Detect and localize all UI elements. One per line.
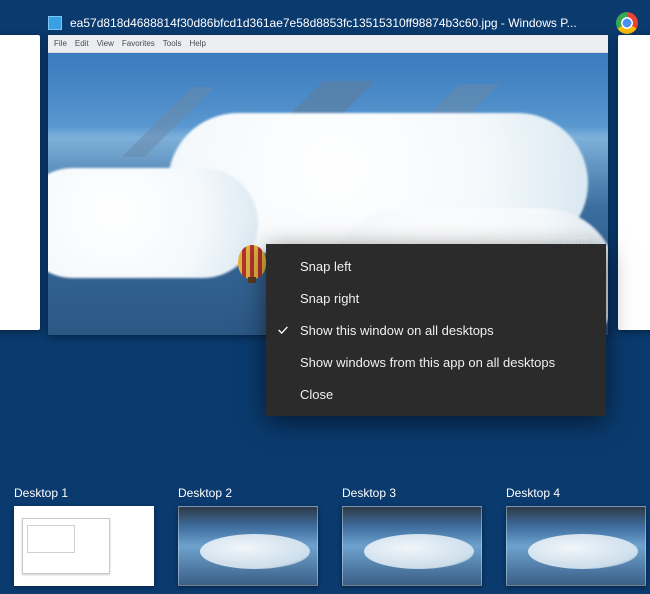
menu-snap-left[interactable]: Snap left <box>266 250 606 282</box>
desktop-thumbnail <box>506 506 646 586</box>
checkmark-icon <box>276 323 290 337</box>
hot-air-balloon <box>238 245 266 279</box>
menu-close[interactable]: Close <box>266 378 606 410</box>
menu-item[interactable]: View <box>97 39 114 48</box>
window-thumbnail-right[interactable] <box>618 35 650 330</box>
menu-item[interactable]: Edit <box>75 39 89 48</box>
menu-item[interactable]: File <box>54 39 67 48</box>
menu-label: Close <box>300 387 333 402</box>
menu-item[interactable]: Favorites <box>122 39 155 48</box>
desktop-thumbnail <box>342 506 482 586</box>
menu-label: Show windows from this app on all deskto… <box>300 355 555 370</box>
chrome-icon[interactable] <box>616 12 638 34</box>
menu-snap-right[interactable]: Snap right <box>266 282 606 314</box>
desktop-tile-2[interactable]: Desktop 2 <box>178 486 318 586</box>
app-icon <box>48 16 62 30</box>
desktop-tile-1[interactable]: Desktop 1 <box>14 486 154 586</box>
menu-item[interactable]: Tools <box>163 39 182 48</box>
menu-label: Snap left <box>300 259 351 274</box>
desktop-label: Desktop 2 <box>178 486 318 500</box>
desktop-tile-4[interactable]: Desktop 4 <box>506 486 646 586</box>
menubar: File Edit View Favorites Tools Help <box>48 35 608 53</box>
menu-label: Show this window on all desktops <box>300 323 494 338</box>
desktop-thumbnail <box>14 506 154 586</box>
context-menu: Snap left Snap right Show this window on… <box>266 244 606 416</box>
desktop-label: Desktop 4 <box>506 486 646 500</box>
window-thumbnail-left[interactable] <box>0 35 40 330</box>
menu-label: Snap right <box>300 291 359 306</box>
window-title: ea57d818d4688814f30d86bfcd1d361ae7e58d88… <box>70 16 608 30</box>
menu-show-window-all-desktops[interactable]: Show this window on all desktops <box>266 314 606 346</box>
task-view-area: ea57d818d4688814f30d86bfcd1d361ae7e58d88… <box>0 0 650 455</box>
desktop-thumbnail <box>178 506 318 586</box>
virtual-desktop-strip: Desktop 1 Desktop 2 Desktop 3 Desktop 4 <box>0 464 650 594</box>
window-titlebar: ea57d818d4688814f30d86bfcd1d361ae7e58d88… <box>48 12 608 34</box>
menu-item[interactable]: Help <box>189 39 205 48</box>
desktop-label: Desktop 1 <box>14 486 154 500</box>
desktop-label: Desktop 3 <box>342 486 482 500</box>
desktop-tile-3[interactable]: Desktop 3 <box>342 486 482 586</box>
menu-show-app-all-desktops[interactable]: Show windows from this app on all deskto… <box>266 346 606 378</box>
